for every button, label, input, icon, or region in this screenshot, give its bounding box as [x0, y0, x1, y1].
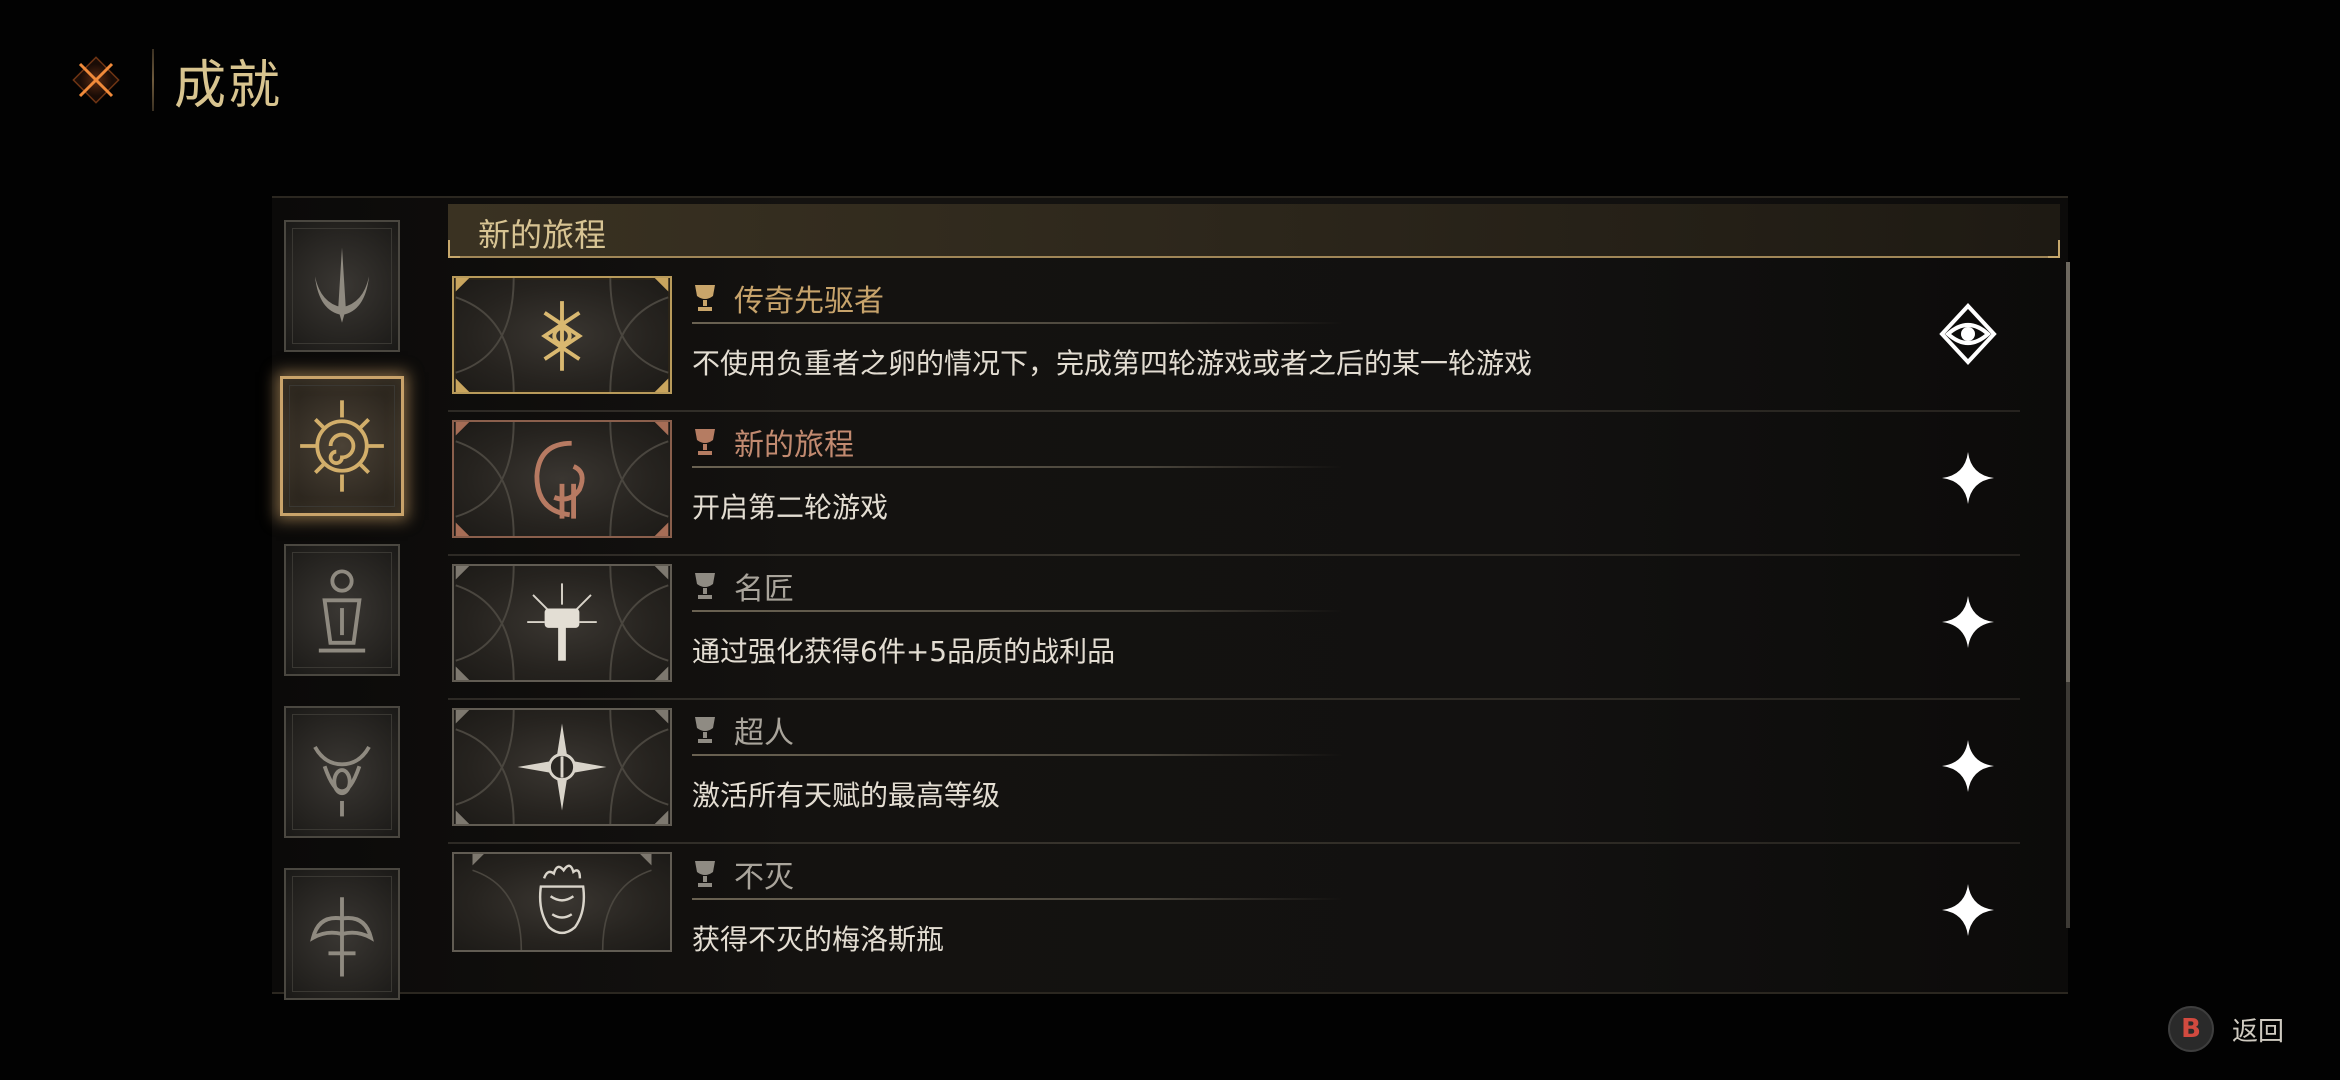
trophy-icon	[695, 861, 715, 887]
title-rule	[692, 610, 1342, 612]
close-button[interactable]	[60, 44, 132, 116]
eye-emblem-icon	[1939, 303, 1997, 365]
achievement-description: 激活所有天赋的最高等级	[692, 779, 1001, 812]
sparkle-star-icon	[1942, 452, 1994, 504]
achievement-thumbnail	[452, 708, 672, 826]
close-x-icon	[72, 56, 120, 104]
horned-mask-icon	[313, 745, 371, 817]
achievement-row[interactable]: 传奇先驱者 不使用负重者之卵的情况下，完成第四轮游戏或者之后的某一轮游戏	[448, 268, 2060, 412]
title-rule	[692, 322, 1342, 324]
hook-sigil-icon	[455, 422, 669, 536]
category-tab-4[interactable]	[284, 706, 400, 838]
achievement-thumbnail	[452, 420, 672, 538]
sparkle-star-icon	[1942, 884, 1994, 936]
category-tab-1[interactable]	[284, 220, 400, 352]
achievement-thumbnail	[452, 276, 672, 394]
achievement-list: 传奇先驱者 不使用负重者之卵的情况下，完成第四轮游戏或者之后的某一轮游戏 新的旅…	[448, 268, 2060, 954]
category-tab-2[interactable]	[280, 376, 404, 516]
achievement-description: 开启第二轮游戏	[692, 491, 889, 524]
trophy-icon	[695, 285, 715, 311]
trophy-icon	[695, 717, 715, 743]
trophy-icon	[695, 429, 715, 455]
lantern-shrine-icon	[318, 569, 366, 653]
flame-flask-icon	[472, 854, 652, 950]
title-rule	[692, 754, 1342, 756]
achievement-row[interactable]: 新的旅程 开启第二轮游戏	[448, 412, 2060, 556]
hammer-burst-icon	[455, 566, 669, 680]
achievement-title: 新的旅程	[734, 428, 854, 463]
scrollbar-thumb[interactable]	[2066, 262, 2070, 682]
achievement-row[interactable]: 不灭 获得不灭的梅洛斯瓶	[448, 844, 2060, 954]
back-label: 返回	[2232, 1016, 2285, 1047]
achievements-screen: 成就 新的旅程 传奇先驱者 不使用负重者之卵的情况下，完成第四轮游戏或者之后的某…	[0, 0, 2340, 1080]
header: 成就	[60, 40, 282, 120]
achievement-title: 名匠	[734, 572, 794, 607]
achievement-row[interactable]: 名匠 通过强化获得6件+5品质的战利品	[448, 556, 2060, 700]
category-tab-5[interactable]	[284, 868, 400, 1000]
header-divider	[152, 49, 154, 111]
crescent-spire-icon	[314, 247, 370, 323]
page-title: 成就	[174, 55, 283, 116]
spiral-sun-icon	[300, 400, 384, 492]
b-button-icon: B	[2168, 1006, 2214, 1052]
rune-emblem-icon	[455, 278, 669, 392]
winged-sword-icon	[310, 897, 374, 977]
sparkle-star-icon	[1942, 596, 1994, 648]
section-title: 新的旅程	[478, 216, 607, 254]
sparkle-star-icon	[1942, 740, 1994, 792]
achievement-title: 超人	[734, 716, 794, 751]
achievement-description: 不使用负重者之卵的情况下，完成第四轮游戏或者之后的某一轮游戏	[692, 347, 1533, 380]
category-tab-3[interactable]	[284, 544, 400, 676]
achievement-description: 通过强化获得6件+5品质的战利品	[692, 635, 1116, 668]
title-rule	[692, 898, 1342, 900]
achievement-row[interactable]: 超人 激活所有天赋的最高等级	[448, 700, 2060, 844]
achievement-thumbnail	[452, 564, 672, 682]
back-button[interactable]: B 返回	[2168, 1006, 2284, 1052]
compass-star-icon	[455, 710, 669, 824]
section-header: 新的旅程	[448, 204, 2060, 258]
achievement-thumbnail	[452, 852, 672, 952]
achievement-title: 传奇先驱者	[734, 284, 884, 319]
trophy-icon	[695, 573, 715, 599]
achievement-description: 获得不灭的梅洛斯瓶	[692, 923, 945, 954]
achievement-title: 不灭	[734, 860, 794, 895]
title-rule	[692, 466, 1342, 468]
